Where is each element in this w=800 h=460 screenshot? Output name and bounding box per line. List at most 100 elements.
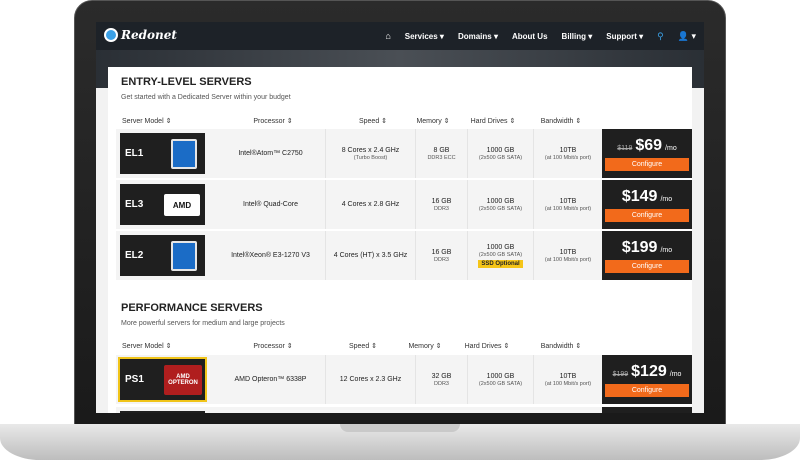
entry-section-title: ENTRY-LEVEL SERVERS: [121, 76, 252, 88]
performance-section-subtitle: More powerful servers for medium and lar…: [121, 320, 285, 327]
bandwidth-cell: 10TB (at 100 Mbit/s port): [534, 129, 602, 178]
speed-value: 8 Cores x 2.4 GHz: [341, 146, 400, 154]
price-box: $199/mo Configure: [602, 231, 692, 280]
speed-cell: 4 Cores (HT) x 3.5 GHz: [326, 231, 416, 280]
column-header-memory[interactable]: Memory ⇕: [408, 117, 458, 125]
server-model: [120, 411, 205, 413]
main-menu: ⌂ Services ▾ Domains ▾ About Us Billing …: [385, 22, 696, 50]
entry-section-subtitle: Get started with a Dedicated Server with…: [121, 94, 291, 101]
configure-button[interactable]: Configure: [605, 208, 689, 222]
column-header-hard-drives[interactable]: Hard Drives ⇕: [454, 342, 520, 350]
bandwidth-value: 10TB: [559, 248, 577, 256]
nav-about-us[interactable]: About Us: [512, 32, 548, 41]
intel-chip-icon: [171, 241, 197, 271]
logo[interactable]: Redonet: [104, 28, 177, 42]
nav-services[interactable]: Services ▾: [405, 32, 444, 41]
bandwidth-cell: 10TB (at 100 Mbit/s port): [534, 180, 602, 229]
price-period: /mo: [665, 144, 677, 152]
column-header-server-model[interactable]: Server Model ⇕: [122, 342, 212, 350]
drives-cell: 1000 GB (2x500 GB SATA) SSD Optional: [468, 231, 534, 280]
drives-cell: 1000 GB (2x500 GB SATA): [468, 180, 534, 229]
processor-cell: Intel® Quad-Core: [216, 180, 326, 229]
bandwidth-cell: 10TB (at 100 Mbit/s port): [534, 231, 602, 280]
drives-value: 1000 GB: [486, 197, 515, 205]
table-row: EL2 Intel®Xeon® E3-1270 V3 4 Cores (HT) …: [116, 231, 692, 280]
column-header-bandwidth[interactable]: Bandwidth ⇕: [528, 117, 594, 125]
memory-type: DDR3: [434, 256, 449, 263]
bandwidth-value: 10TB: [559, 372, 577, 380]
search-icon[interactable]: ⚲: [657, 31, 664, 42]
old-price: $199: [612, 370, 629, 378]
processor-cell: Intel®Xeon® E3-1270 V3: [216, 231, 326, 280]
server-model: EL3 AMD: [120, 184, 205, 225]
drives-value: 1000 GB: [486, 146, 515, 154]
price-period: /mo: [669, 370, 682, 378]
chip-series: OPTERON: [168, 380, 198, 386]
performance-section-title: PERFORMANCE SERVERS: [121, 302, 263, 314]
amd-logo-icon: AMD: [164, 194, 200, 216]
column-header-hard-drives[interactable]: Hard Drives ⇕: [460, 117, 526, 125]
nav-billing[interactable]: Billing ▾: [562, 32, 593, 41]
price: $199: [621, 238, 658, 256]
bandwidth-value: 10TB: [559, 146, 577, 154]
server-model: EL1: [120, 133, 205, 174]
nav-domains[interactable]: Domains ▾: [458, 32, 498, 41]
bandwidth-cell: 10TB (at 100 Mbit/s port): [534, 355, 602, 404]
intel-chip-icon: [171, 139, 197, 169]
processor-value: Intel®Atom™ C2750: [238, 150, 303, 157]
price-period: /mo: [660, 246, 673, 254]
speed-note: (Turbo Boost): [353, 154, 388, 161]
user-icon[interactable]: 👤 ▾: [678, 31, 696, 42]
server-model: EL2: [120, 235, 205, 276]
logo-icon: [104, 28, 118, 42]
bandwidth-value: 10TB: [559, 197, 577, 205]
table-row: EL3 AMD Intel® Quad-Core 4 Cores x 2.8 GH…: [116, 180, 692, 229]
speed-cell: 8 Cores x 2.4 GHz (Turbo Boost): [326, 129, 416, 178]
speed-cell: 4 Cores x 2.8 GHz: [326, 180, 416, 229]
laptop-notch: [340, 424, 460, 432]
server-listing: ENTRY-LEVEL SERVERS Get started with a D…: [108, 67, 692, 413]
column-header-speed[interactable]: Speed ⇕: [328, 117, 418, 125]
column-header-memory[interactable]: Memory ⇕: [400, 342, 450, 350]
drives-value: 1000 GB: [486, 243, 515, 251]
configure-button[interactable]: Configure: [605, 157, 689, 171]
drives-detail: (2x500 GB SATA): [478, 154, 523, 161]
column-header-processor[interactable]: Processor ⇕: [218, 117, 328, 125]
drives-detail: (2x500 GB SATA): [478, 380, 523, 387]
column-header-bandwidth[interactable]: Bandwidth ⇕: [528, 342, 594, 350]
configure-button[interactable]: Configure: [605, 259, 689, 273]
memory-value: 32 GB: [431, 372, 452, 380]
configure-button[interactable]: Configure: [605, 383, 689, 397]
drives-cell: 1000 GB (2x500 GB SATA): [468, 129, 534, 178]
top-nav: Redonet ⌂ Services ▾ Domains ▾ About Us …: [96, 22, 704, 50]
home-icon[interactable]: ⌂: [385, 31, 390, 41]
memory-cell: 16 GB DDR3: [416, 231, 468, 280]
price-period: /mo: [660, 195, 673, 203]
amd-opteron-icon: AMD OPTERON: [164, 365, 202, 395]
table-row: EL1 Intel®Atom™ C2750 8 Cores x 2.4 GHz(…: [116, 129, 692, 178]
column-header-speed[interactable]: Speed ⇕: [318, 342, 408, 350]
drives-detail: (2x500 GB SATA): [478, 205, 523, 212]
processor-value: Intel®Xeon® E3-1270 V3: [231, 252, 310, 259]
bandwidth-detail: (at 100 Mbit/s port): [544, 380, 592, 387]
price-box: [602, 407, 692, 413]
table-row: PS1 AMD OPTERON AMD Opteron™ 6338P 12 Core…: [116, 355, 692, 404]
column-header-processor[interactable]: Processor ⇕: [218, 342, 328, 350]
processor-cell: AMD Opteron™ 6338P: [216, 355, 326, 404]
price: $129: [631, 362, 667, 380]
processor-value: Intel® Quad-Core: [243, 201, 298, 208]
speed-value: 4 Cores (HT) x 3.5 GHz: [333, 252, 408, 259]
drives-cell: 1000 GB (2x500 GB SATA): [468, 355, 534, 404]
nav-support[interactable]: Support ▾: [606, 32, 643, 41]
memory-value: 16 GB: [431, 197, 452, 205]
speed-value: 4 Cores x 2.8 GHz: [341, 201, 400, 208]
memory-value: 16 GB: [431, 248, 452, 256]
bandwidth-detail: (at 100 Mbit/s port): [544, 154, 592, 161]
drives-value: 1000 GB: [486, 372, 515, 380]
old-price: $119: [617, 144, 633, 152]
drives-detail: (2x500 GB SATA): [478, 251, 523, 258]
bandwidth-detail: (at 100 Mbit/s port): [544, 256, 592, 263]
column-header-server-model[interactable]: Server Model ⇕: [122, 117, 212, 125]
price-box: $149/mo Configure: [602, 180, 692, 229]
memory-cell: 32 GB DDR3: [416, 355, 468, 404]
